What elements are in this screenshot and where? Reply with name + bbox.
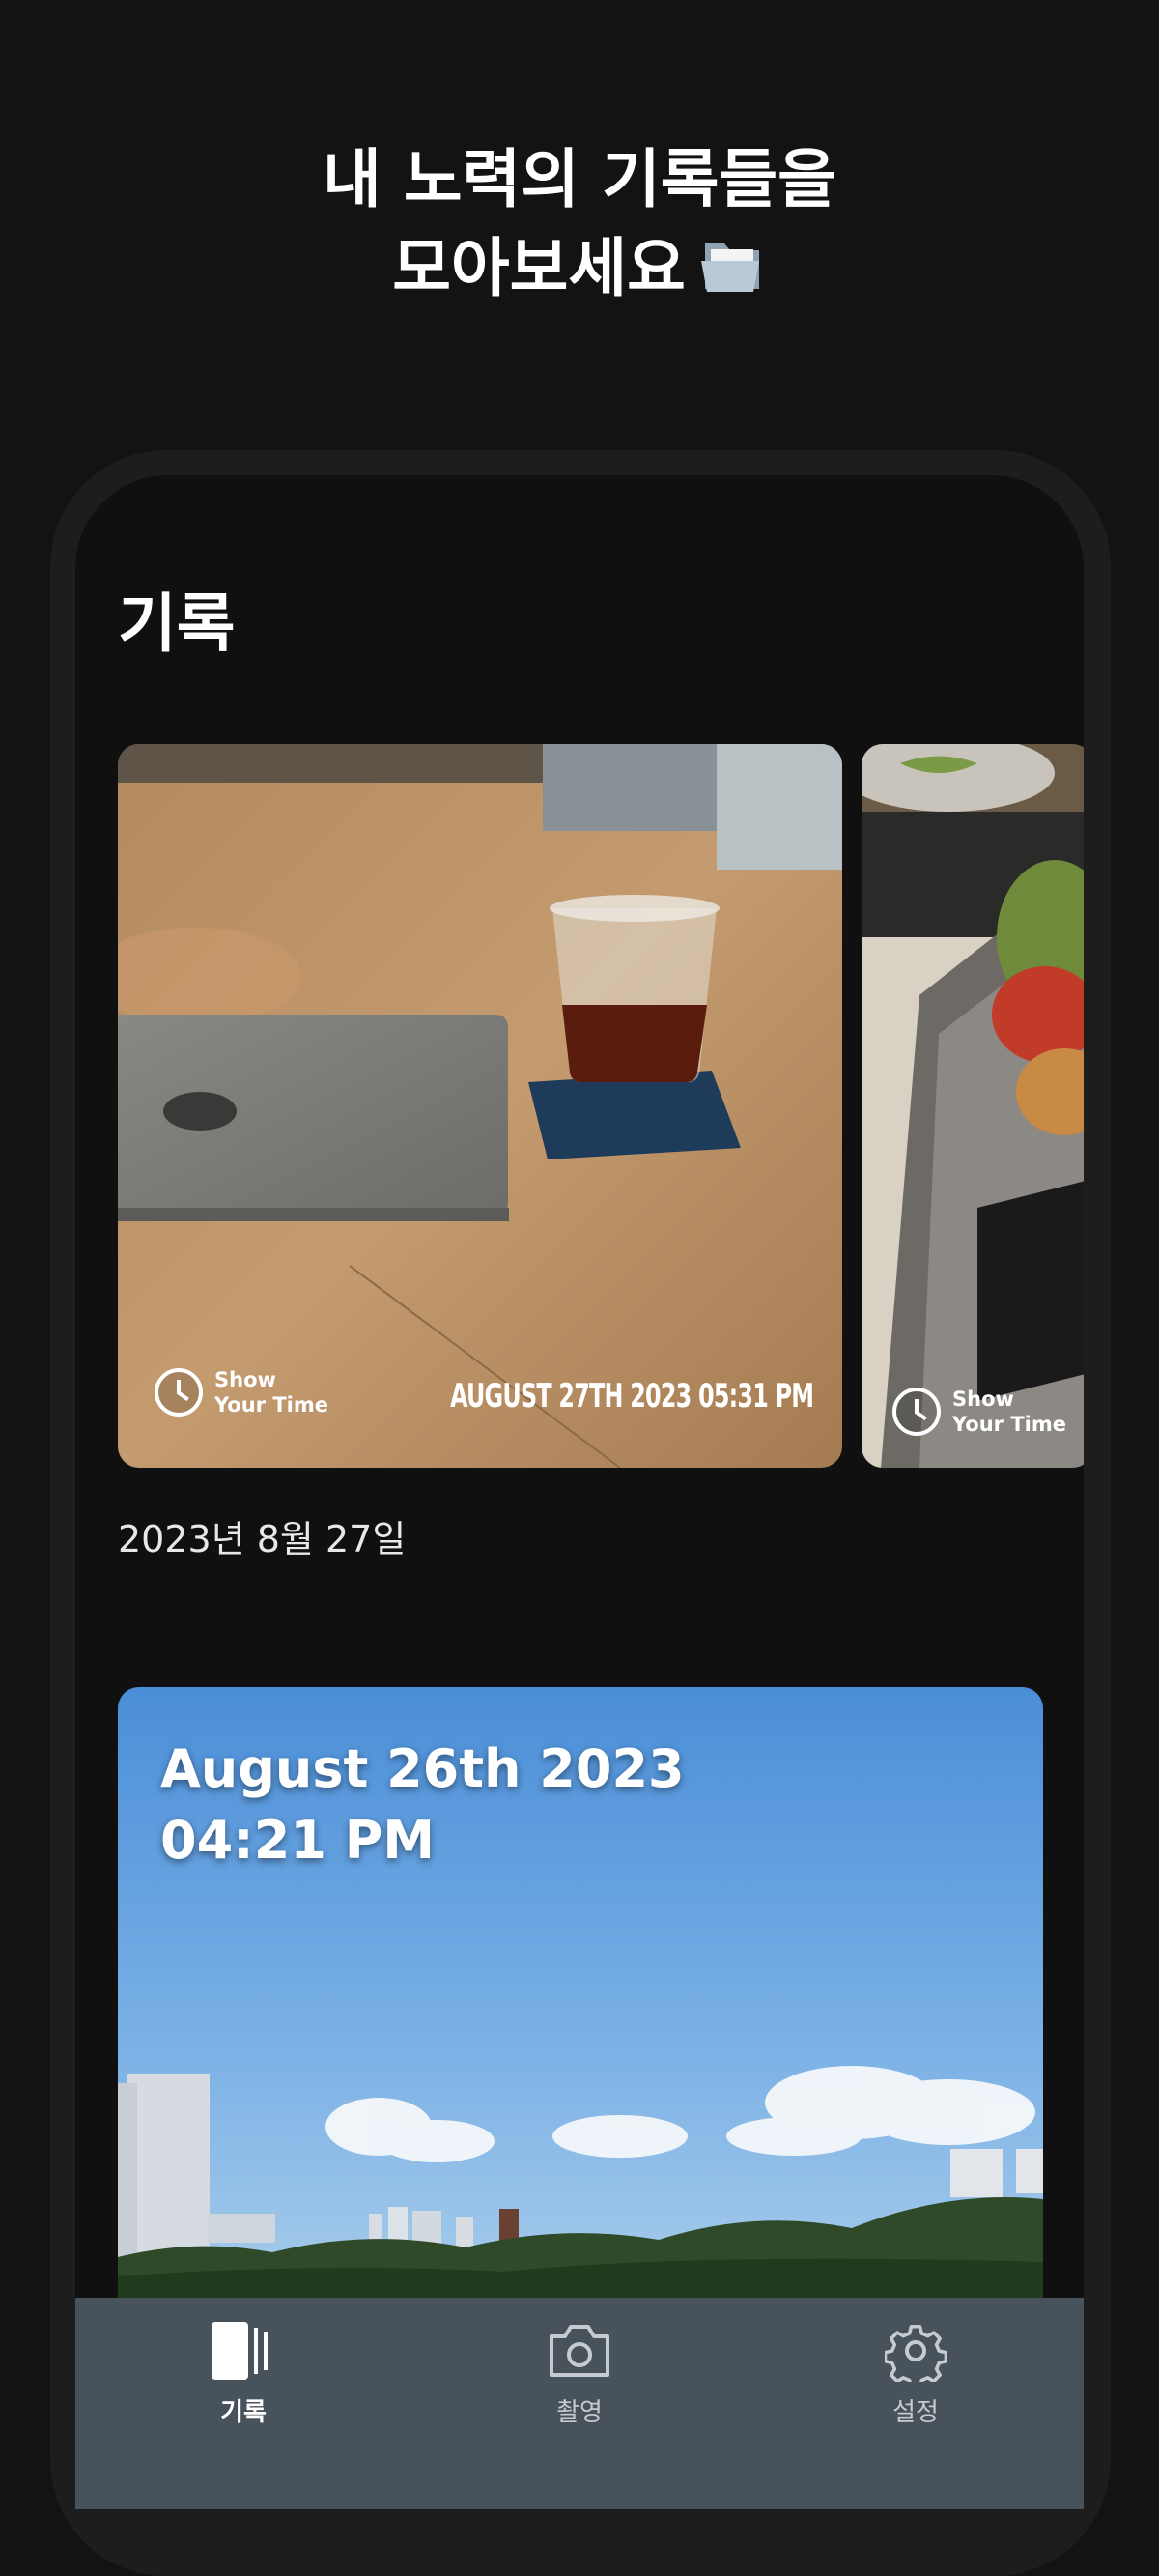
watermark-brand: Show Your Time <box>952 1387 1066 1437</box>
gear-icon <box>885 2317 947 2385</box>
timestamp-stamp: AUGUST 27TH 2023 05:31 PM <box>449 1377 814 1416</box>
phone-screen: 기록 Show Your Time AUGUST 27TH 2023 05:31… <box>75 475 1084 2509</box>
record-card-photo-sky[interactable]: August 26th 2023 04:21 PM <box>118 1687 1043 2305</box>
headline-line-2: 모아보세요 <box>0 224 1159 319</box>
cafe-photo <box>118 744 842 1468</box>
watermark-brand-line-2: Your Time <box>952 1413 1066 1436</box>
stamp-time: 04:21 PM <box>160 1810 436 1871</box>
tab-records[interactable]: 기록 <box>75 2298 411 2509</box>
camera-icon <box>548 2317 611 2385</box>
clock-icon <box>892 1388 941 1436</box>
record-date-label: 2023년 8월 27일 <box>118 1518 407 1560</box>
stamp-date: August 26th 2023 <box>160 1738 685 1799</box>
record-card-photo-food[interactable]: Show Your Time <box>862 744 1084 1468</box>
watermark-brand: Show Your Time <box>214 1367 328 1417</box>
record-card-photo-cafe[interactable]: Show Your Time AUGUST 27TH 2023 05:31 PM <box>118 744 842 1468</box>
watermark-brand-line-1: Show <box>214 1368 276 1391</box>
watermark: Show Your Time <box>155 1367 328 1417</box>
watermark-brand-line-2: Your Time <box>214 1393 328 1417</box>
records-icon <box>210 2317 277 2385</box>
tab-records-label: 기록 <box>220 2398 267 2427</box>
open-folder-icon <box>699 230 767 319</box>
timestamp-stamp: August 26th 2023 04:21 PM <box>160 1733 685 1876</box>
promo-headline: 내 노력의 기록들을 모아보세요 <box>0 135 1159 319</box>
tab-capture-label: 촬영 <box>556 2398 603 2427</box>
tab-settings-label: 설정 <box>892 2398 939 2427</box>
food-photo <box>862 744 1084 1468</box>
clock-icon <box>155 1368 203 1417</box>
bottom-tab-bar: 기록 촬영 설정 <box>75 2298 1084 2509</box>
watermark: Show Your Time <box>892 1387 1066 1437</box>
watermark-brand-line-1: Show <box>952 1388 1014 1411</box>
tab-settings[interactable]: 설정 <box>748 2298 1084 2509</box>
page-title: 기록 <box>118 587 236 661</box>
tab-capture[interactable]: 촬영 <box>411 2298 748 2509</box>
headline-line-2-text: 모아보세요 <box>392 231 686 305</box>
headline-line-1: 내 노력의 기록들을 <box>323 142 836 216</box>
